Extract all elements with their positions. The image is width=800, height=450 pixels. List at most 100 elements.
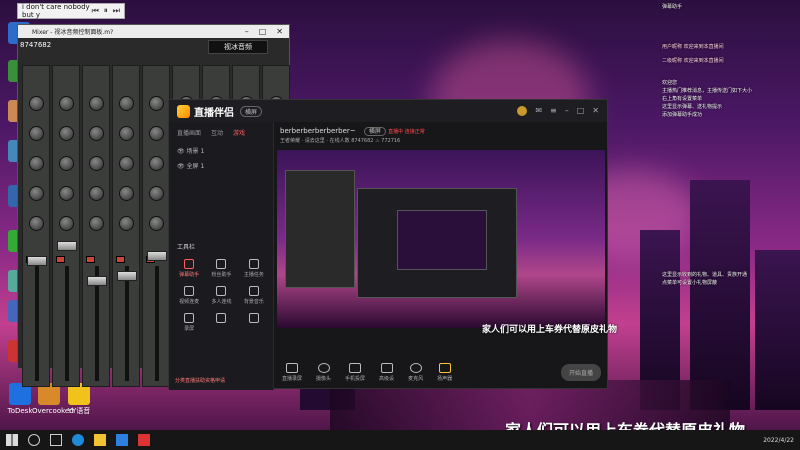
search-icon[interactable]	[28, 434, 40, 446]
mute-button[interactable]	[116, 256, 125, 263]
system-clock: 2022/4/22	[763, 436, 794, 444]
mixer-knob[interactable]	[149, 186, 164, 201]
tool-record[interactable]: 录屏	[173, 313, 205, 332]
tool-music[interactable]: 背景音乐	[238, 286, 270, 305]
mixer-titlebar[interactable]: Mixer - 视冰音频控制面板.m? – □ ✕	[18, 25, 289, 38]
tool-video-link[interactable]: 视频连麦	[173, 286, 205, 305]
mixer-knob[interactable]	[89, 156, 104, 171]
chat-line: 用户昵称 欢迎来到本直播间	[662, 44, 724, 50]
fader-track	[65, 266, 69, 381]
mixer-knob[interactable]	[29, 186, 44, 201]
advanced-button[interactable]: 高级设	[379, 362, 394, 382]
mixer-knob[interactable]	[59, 216, 74, 231]
mixer-knob[interactable]	[149, 126, 164, 141]
left-panel: 直播画面 互动 游戏 👁 场景 1 👁 全屏 1 工具栏 弹幕助手 粉丝助手 主…	[169, 122, 274, 390]
mixer-knob[interactable]	[29, 96, 44, 111]
maximize-icon[interactable]: □	[259, 27, 267, 36]
mixer-knob[interactable]	[119, 96, 134, 111]
tool-extra[interactable]	[238, 313, 270, 332]
overcooked-icon[interactable]: Overcooked	[32, 383, 74, 415]
next-icon[interactable]: ⏭	[113, 6, 120, 16]
task-view-icon[interactable]	[50, 434, 62, 446]
mode-toggle[interactable]: 横屏	[240, 105, 263, 117]
nested-mixer	[285, 170, 355, 288]
room-name: berberberberberber~	[280, 127, 356, 135]
stream-preview	[277, 150, 605, 328]
close-icon[interactable]: ✕	[592, 106, 599, 116]
mixer-knob[interactable]	[29, 216, 44, 231]
mixer-knob[interactable]	[119, 126, 134, 141]
chat-line: 二级昵称 欢迎来到本直播间	[662, 58, 724, 64]
mixer-app-icon[interactable]	[138, 434, 150, 446]
fader-handle[interactable]	[87, 276, 107, 286]
mixer-knob[interactable]	[89, 216, 104, 231]
minimize-icon[interactable]: –	[245, 27, 249, 36]
room-info: berberberberberber~ 横屏 直播中 连接正常 王者荣耀 · 请…	[280, 127, 425, 144]
speaker-button[interactable]: 扬声器	[437, 362, 452, 382]
chat-line: 添加弹幕助手成功	[662, 112, 703, 118]
toolbox-title: 工具栏	[177, 244, 196, 251]
chat-header: 弹幕助手	[662, 4, 683, 10]
mixer-knob[interactable]	[29, 126, 44, 141]
maximize-icon[interactable]: □	[577, 106, 585, 116]
yy-icon[interactable]: YY语音	[62, 383, 96, 415]
mixer-channel	[112, 65, 140, 387]
fader-handle[interactable]	[57, 241, 77, 251]
message-icon[interactable]: ✉	[535, 106, 542, 116]
room-tag: 横屏	[363, 127, 386, 136]
minimize-icon[interactable]: –	[565, 106, 569, 116]
footer-tip[interactable]: 分类直播扶助资格申请	[175, 377, 225, 384]
explorer-icon[interactable]	[94, 434, 106, 446]
mixer-knob[interactable]	[59, 156, 74, 171]
mixer-knob[interactable]	[89, 96, 104, 111]
camera-button[interactable]: 摄像头	[316, 362, 331, 382]
mixer-knob[interactable]	[149, 96, 164, 111]
fader-handle[interactable]	[27, 256, 47, 266]
scene-tabs: 直播画面 互动 游戏	[169, 122, 273, 143]
mixer-knob[interactable]	[89, 126, 104, 141]
mute-button[interactable]	[86, 256, 95, 263]
app-header[interactable]: 直播伴侣 横屏 ✉ ≡ – □ ✕	[169, 100, 607, 122]
scene-item[interactable]: 👁 全屏 1	[169, 158, 273, 173]
mixer-knob[interactable]	[59, 96, 74, 111]
pause-icon[interactable]: ⏸	[104, 6, 108, 16]
mixer-knob[interactable]	[29, 156, 44, 171]
menu-icon[interactable]: ≡	[550, 106, 557, 116]
fader-handle[interactable]	[117, 271, 137, 281]
prev-icon[interactable]: ⏮	[92, 6, 99, 16]
mixer-knob[interactable]	[59, 186, 74, 201]
microphone-button[interactable]: 麦克风	[408, 362, 423, 382]
tab-live-scene[interactable]: 直播画面	[177, 128, 201, 137]
scene-item[interactable]: 👁 场景 1	[169, 143, 273, 158]
tool-fans[interactable]: 粉丝助手	[205, 259, 237, 278]
mixer-knob[interactable]	[119, 156, 134, 171]
mixer-knob[interactable]	[149, 216, 164, 231]
mixer-knob[interactable]	[119, 216, 134, 231]
windows-start-icon[interactable]	[6, 434, 18, 446]
chat-line: 右上角有设置菜单	[662, 96, 703, 102]
close-icon[interactable]: ✕	[276, 27, 283, 36]
store-icon[interactable]	[116, 434, 128, 446]
mixer-knob[interactable]	[89, 186, 104, 201]
mute-button[interactable]	[56, 256, 65, 263]
logo-icon	[177, 104, 190, 118]
mixer-knob[interactable]	[59, 126, 74, 141]
mixer-knob[interactable]	[119, 186, 134, 201]
screen-record-button[interactable]: 直播录屏	[282, 362, 302, 382]
fader-handle[interactable]	[147, 251, 167, 261]
tool-multi-link[interactable]: 多人连线	[205, 286, 237, 305]
mixer-knob[interactable]	[149, 156, 164, 171]
mixer-title: Mixer - 视冰音频控制面板.m?	[32, 29, 114, 36]
start-live-button[interactable]: 开始直播	[560, 363, 601, 381]
phone-cast-button[interactable]: 手机投屏	[345, 362, 365, 382]
edge-icon[interactable]	[72, 434, 84, 446]
tool-task[interactable]: 主播任务	[238, 259, 270, 278]
avatar[interactable]	[517, 106, 528, 116]
mixer-number: 8747682	[20, 41, 52, 49]
tab-game[interactable]: 游戏	[233, 128, 245, 137]
tool-danmu[interactable]: 弹幕助手	[173, 259, 205, 278]
tool-extra[interactable]	[205, 313, 237, 332]
media-tooltip: i don't care nobody but y ⏮ ⏸ ⏭	[17, 3, 125, 19]
tab-interaction[interactable]: 互动	[211, 128, 223, 137]
nested-preview	[397, 210, 487, 270]
